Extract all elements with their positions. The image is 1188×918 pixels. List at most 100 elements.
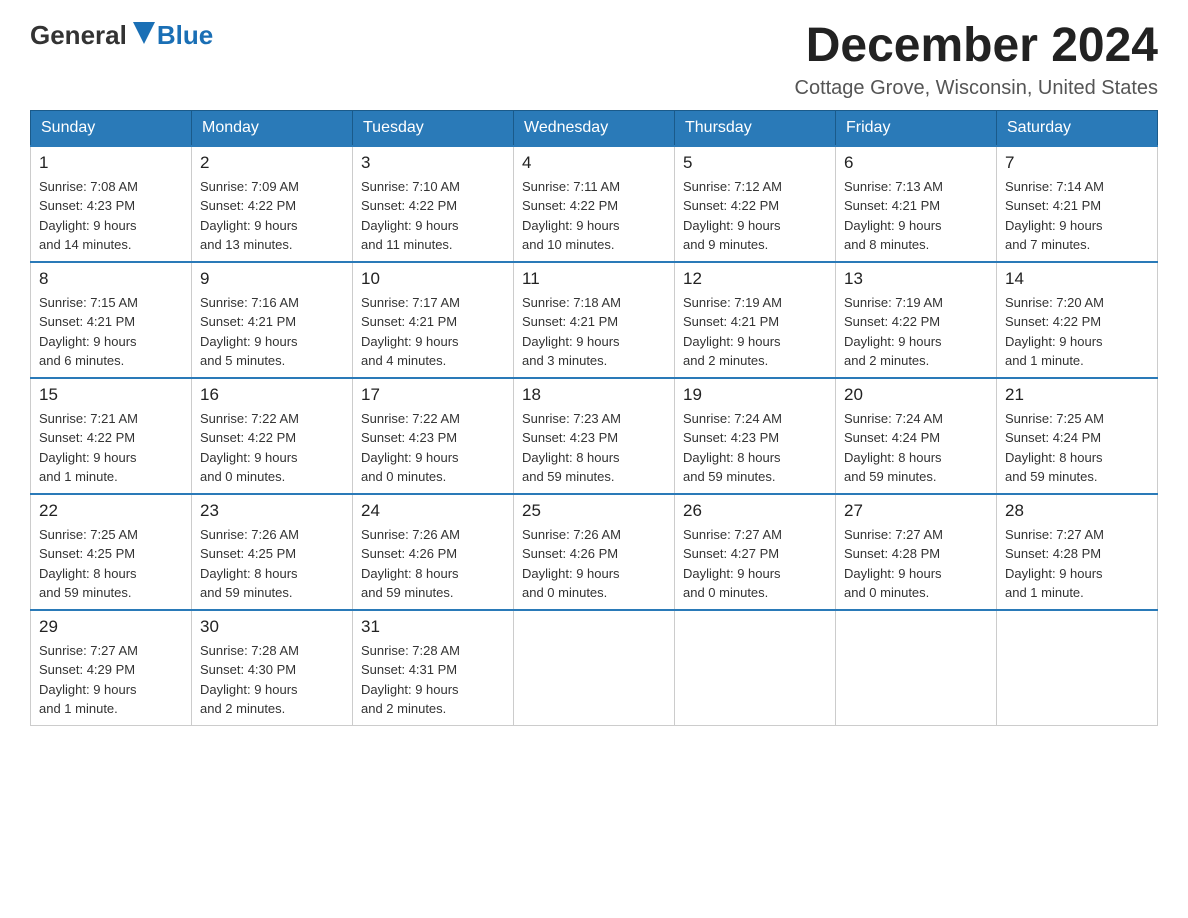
- day-number: 21: [1005, 385, 1149, 405]
- day-info: Sunrise: 7:21 AMSunset: 4:22 PMDaylight:…: [39, 409, 183, 487]
- day-info: Sunrise: 7:28 AMSunset: 4:31 PMDaylight:…: [361, 641, 505, 719]
- day-number: 22: [39, 501, 183, 521]
- calendar-table: SundayMondayTuesdayWednesdayThursdayFrid…: [30, 110, 1158, 726]
- day-cell-8: 8 Sunrise: 7:15 AMSunset: 4:21 PMDaylight…: [31, 262, 192, 378]
- day-info: Sunrise: 7:19 AMSunset: 4:21 PMDaylight:…: [683, 293, 827, 371]
- day-cell-12: 12 Sunrise: 7:19 AMSunset: 4:21 PMDayligh…: [675, 262, 836, 378]
- day-info: Sunrise: 7:27 AMSunset: 4:27 PMDaylight:…: [683, 525, 827, 603]
- day-info: Sunrise: 7:16 AMSunset: 4:21 PMDaylight:…: [200, 293, 344, 371]
- day-info: Sunrise: 7:10 AMSunset: 4:22 PMDaylight:…: [361, 177, 505, 255]
- day-cell-29: 29 Sunrise: 7:27 AMSunset: 4:29 PMDayligh…: [31, 610, 192, 726]
- day-cell-16: 16 Sunrise: 7:22 AMSunset: 4:22 PMDayligh…: [192, 378, 353, 494]
- day-cell-2: 2 Sunrise: 7:09 AMSunset: 4:22 PMDaylight…: [192, 146, 353, 262]
- day-number: 16: [200, 385, 344, 405]
- day-number: 14: [1005, 269, 1149, 289]
- day-info: Sunrise: 7:09 AMSunset: 4:22 PMDaylight:…: [200, 177, 344, 255]
- day-cell-3: 3 Sunrise: 7:10 AMSunset: 4:22 PMDaylight…: [353, 146, 514, 262]
- day-number: 6: [844, 153, 988, 173]
- header-thursday: Thursday: [675, 110, 836, 146]
- day-info: Sunrise: 7:26 AMSunset: 4:25 PMDaylight:…: [200, 525, 344, 603]
- day-number: 13: [844, 269, 988, 289]
- day-number: 24: [361, 501, 505, 521]
- week-row-5: 29 Sunrise: 7:27 AMSunset: 4:29 PMDayligh…: [31, 610, 1158, 726]
- header-monday: Monday: [192, 110, 353, 146]
- day-number: 8: [39, 269, 183, 289]
- day-cell-22: 22 Sunrise: 7:25 AMSunset: 4:25 PMDayligh…: [31, 494, 192, 610]
- week-row-2: 8 Sunrise: 7:15 AMSunset: 4:21 PMDaylight…: [31, 262, 1158, 378]
- day-info: Sunrise: 7:14 AMSunset: 4:21 PMDaylight:…: [1005, 177, 1149, 255]
- day-info: Sunrise: 7:25 AMSunset: 4:25 PMDaylight:…: [39, 525, 183, 603]
- day-cell-7: 7 Sunrise: 7:14 AMSunset: 4:21 PMDaylight…: [997, 146, 1158, 262]
- day-info: Sunrise: 7:23 AMSunset: 4:23 PMDaylight:…: [522, 409, 666, 487]
- logo-text-general: General: [30, 20, 127, 51]
- day-cell-21: 21 Sunrise: 7:25 AMSunset: 4:24 PMDayligh…: [997, 378, 1158, 494]
- logo-text-blue: Blue: [157, 20, 213, 51]
- month-title: December 2024: [795, 20, 1159, 73]
- day-cell-10: 10Sunrise: 7:17 AMSunset: 4:21 PMDayligh…: [353, 262, 514, 378]
- day-info: Sunrise: 7:25 AMSunset: 4:24 PMDaylight:…: [1005, 409, 1149, 487]
- empty-cell: [514, 610, 675, 726]
- header-friday: Friday: [836, 110, 997, 146]
- day-number: 23: [200, 501, 344, 521]
- day-cell-30: 30 Sunrise: 7:28 AMSunset: 4:30 PMDayligh…: [192, 610, 353, 726]
- day-cell-23: 23 Sunrise: 7:26 AMSunset: 4:25 PMDayligh…: [192, 494, 353, 610]
- day-info: Sunrise: 7:22 AMSunset: 4:23 PMDaylight:…: [361, 409, 505, 487]
- day-info: Sunrise: 7:27 AMSunset: 4:29 PMDaylight:…: [39, 641, 183, 719]
- header-saturday: Saturday: [997, 110, 1158, 146]
- day-cell-9: 9 Sunrise: 7:16 AMSunset: 4:21 PMDaylight…: [192, 262, 353, 378]
- day-info: Sunrise: 7:11 AMSunset: 4:22 PMDaylight:…: [522, 177, 666, 255]
- day-number: 18: [522, 385, 666, 405]
- day-number: 12: [683, 269, 827, 289]
- day-number: 25: [522, 501, 666, 521]
- day-cell-25: 25Sunrise: 7:26 AMSunset: 4:26 PMDayligh…: [514, 494, 675, 610]
- day-number: 20: [844, 385, 988, 405]
- day-number: 3: [361, 153, 505, 173]
- day-info: Sunrise: 7:28 AMSunset: 4:30 PMDaylight:…: [200, 641, 344, 719]
- day-cell-13: 13Sunrise: 7:19 AMSunset: 4:22 PMDayligh…: [836, 262, 997, 378]
- day-number: 7: [1005, 153, 1149, 173]
- empty-cell: [836, 610, 997, 726]
- day-info: Sunrise: 7:12 AMSunset: 4:22 PMDaylight:…: [683, 177, 827, 255]
- day-cell-20: 20 Sunrise: 7:24 AMSunset: 4:24 PMDayligh…: [836, 378, 997, 494]
- day-cell-31: 31 Sunrise: 7:28 AMSunset: 4:31 PMDayligh…: [353, 610, 514, 726]
- day-number: 31: [361, 617, 505, 637]
- day-info: Sunrise: 7:27 AMSunset: 4:28 PMDaylight:…: [844, 525, 988, 603]
- day-info: Sunrise: 7:24 AMSunset: 4:24 PMDaylight:…: [844, 409, 988, 487]
- page-header: General Blue December 2024 Cottage Grove…: [30, 20, 1158, 100]
- header-wednesday: Wednesday: [514, 110, 675, 146]
- day-number: 27: [844, 501, 988, 521]
- title-section: December 2024 Cottage Grove, Wisconsin, …: [795, 20, 1159, 100]
- header-tuesday: Tuesday: [353, 110, 514, 146]
- day-number: 17: [361, 385, 505, 405]
- week-row-3: 15Sunrise: 7:21 AMSunset: 4:22 PMDayligh…: [31, 378, 1158, 494]
- day-cell-11: 11Sunrise: 7:18 AMSunset: 4:21 PMDayligh…: [514, 262, 675, 378]
- header-sunday: Sunday: [31, 110, 192, 146]
- day-number: 26: [683, 501, 827, 521]
- day-number: 4: [522, 153, 666, 173]
- day-number: 19: [683, 385, 827, 405]
- logo-triangle-icon: [133, 22, 155, 44]
- day-cell-4: 4 Sunrise: 7:11 AMSunset: 4:22 PMDaylight…: [514, 146, 675, 262]
- empty-cell: [675, 610, 836, 726]
- day-info: Sunrise: 7:18 AMSunset: 4:21 PMDaylight:…: [522, 293, 666, 371]
- day-number: 9: [200, 269, 344, 289]
- day-number: 30: [200, 617, 344, 637]
- day-number: 2: [200, 153, 344, 173]
- day-info: Sunrise: 7:27 AMSunset: 4:28 PMDaylight:…: [1005, 525, 1149, 603]
- day-info: Sunrise: 7:24 AMSunset: 4:23 PMDaylight:…: [683, 409, 827, 487]
- day-number: 28: [1005, 501, 1149, 521]
- day-info: Sunrise: 7:20 AMSunset: 4:22 PMDaylight:…: [1005, 293, 1149, 371]
- calendar-header-row: SundayMondayTuesdayWednesdayThursdayFrid…: [31, 110, 1158, 146]
- day-cell-17: 17 Sunrise: 7:22 AMSunset: 4:23 PMDayligh…: [353, 378, 514, 494]
- day-info: Sunrise: 7:15 AMSunset: 4:21 PMDaylight:…: [39, 293, 183, 371]
- day-info: Sunrise: 7:22 AMSunset: 4:22 PMDaylight:…: [200, 409, 344, 487]
- day-number: 10: [361, 269, 505, 289]
- day-cell-6: 6Sunrise: 7:13 AMSunset: 4:21 PMDaylight…: [836, 146, 997, 262]
- day-cell-26: 26 Sunrise: 7:27 AMSunset: 4:27 PMDayligh…: [675, 494, 836, 610]
- day-cell-28: 28 Sunrise: 7:27 AMSunset: 4:28 PMDayligh…: [997, 494, 1158, 610]
- day-cell-15: 15Sunrise: 7:21 AMSunset: 4:22 PMDayligh…: [31, 378, 192, 494]
- week-row-1: 1Sunrise: 7:08 AMSunset: 4:23 PMDaylight…: [31, 146, 1158, 262]
- day-number: 29: [39, 617, 183, 637]
- day-cell-1: 1Sunrise: 7:08 AMSunset: 4:23 PMDaylight…: [31, 146, 192, 262]
- location-title: Cottage Grove, Wisconsin, United States: [795, 77, 1159, 100]
